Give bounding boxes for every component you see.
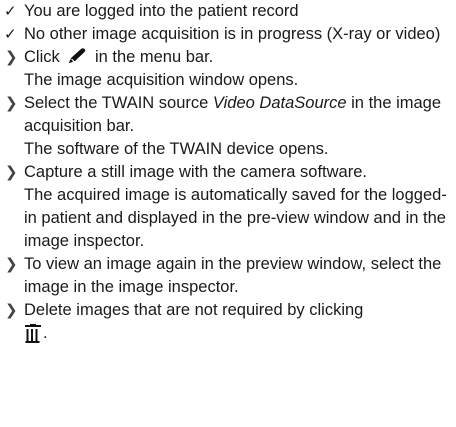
chevron-right-icon: ❯	[5, 94, 18, 112]
pen-icon[interactable]	[66, 47, 88, 65]
prerequisite-item: ✓ No other image acquisition is in progr…	[4, 23, 452, 46]
twain-source-name: Video DataSource	[212, 94, 347, 112]
trash-icon[interactable]	[24, 324, 42, 343]
step-result: The acquired image is automatically save…	[24, 186, 447, 250]
instruction-document: ✓ You are logged into the patient record…	[4, 0, 452, 345]
step-text-before: Select the TWAIN source	[24, 94, 209, 112]
chevron-right-icon: ❯	[5, 48, 18, 66]
checkmark-icon: ✓	[4, 2, 17, 20]
step-item: ❯ Capture a still image with the camera …	[4, 161, 452, 253]
prerequisite-text: You are logged into the patient record	[24, 2, 299, 20]
step-text: To view an image again in the preview wi…	[24, 255, 442, 296]
checkmark-icon: ✓	[4, 25, 17, 43]
step-item: ❯ Click in the menu bar. The image acqui…	[4, 46, 452, 92]
prerequisite-item: ✓ You are logged into the patient record	[4, 0, 452, 23]
step-text: Delete images that are not required by c…	[24, 301, 364, 319]
step-text-before: Click	[24, 48, 60, 66]
step-text-after: .	[43, 324, 48, 342]
prerequisite-text: No other image acquisition is in progres…	[24, 25, 441, 43]
chevron-right-icon: ❯	[5, 255, 18, 273]
step-text: Capture a still image with the camera so…	[24, 163, 367, 181]
step-result: The software of the TWAIN device opens.	[24, 140, 329, 158]
step-result: The image acquisition window opens.	[24, 71, 299, 89]
chevron-right-icon: ❯	[5, 163, 18, 181]
chevron-right-icon: ❯	[5, 301, 18, 319]
step-text-after: in the menu bar.	[94, 48, 214, 66]
step-item: ❯ Delete images that are not required by…	[4, 299, 452, 345]
step-item: ❯ To view an image again in the preview …	[4, 253, 452, 299]
step-item: ❯ Select the TWAIN source Video DataSour…	[4, 92, 452, 161]
